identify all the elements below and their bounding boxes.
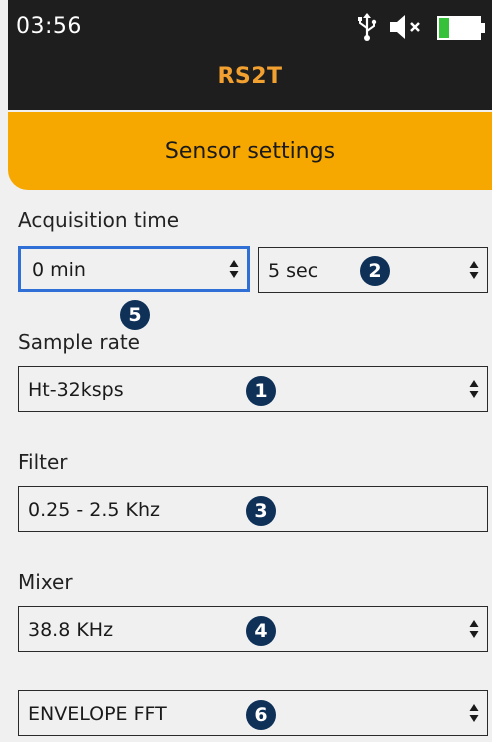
usb-icon (358, 13, 377, 41)
acquisition-minutes-select[interactable]: 0 min (18, 246, 250, 292)
callout-badge-5: 5 (120, 300, 150, 330)
device-screen: 03:56 RS2T Sensor settings Acquisition t… (0, 0, 492, 742)
section-title: Sensor settings (164, 138, 336, 164)
status-icons (356, 12, 486, 42)
acquisition-minutes-value: 0 min (32, 259, 86, 281)
sample-rate-label: Sample rate (18, 330, 140, 354)
app-title: RS2T (217, 64, 283, 89)
up-down-arrows-icon (469, 380, 479, 398)
mixer-label: Mixer (18, 570, 73, 594)
callout-badge-3: 3 (246, 496, 276, 526)
filter-label: Filter (18, 450, 68, 474)
callout-badge-6: 6 (246, 700, 276, 730)
status-and-title-bar: 03:56 RS2T (8, 0, 492, 110)
up-down-arrows-icon (469, 704, 479, 722)
callout-badge-1: 1 (246, 376, 276, 406)
mixer-value: 38.8 KHz (28, 619, 114, 641)
up-down-arrows-icon (229, 260, 239, 278)
battery-icon (437, 16, 485, 40)
acquisition-seconds-value: 5 sec (268, 260, 319, 282)
sample-rate-value: Ht-32ksps (28, 379, 124, 401)
analysis-mode-value: ENVELOPE FFT (28, 703, 167, 725)
filter-value: 0.25 - 2.5 Khz (28, 499, 160, 521)
up-down-arrows-icon (469, 620, 479, 638)
status-time: 03:56 (16, 14, 82, 39)
section-banner: Sensor settings (8, 112, 492, 190)
up-down-arrows-icon (469, 261, 479, 279)
acquisition-time-label: Acquisition time (18, 208, 180, 232)
callout-badge-2: 2 (360, 256, 390, 286)
callout-badge-4: 4 (246, 616, 276, 646)
mute-icon (390, 15, 420, 39)
